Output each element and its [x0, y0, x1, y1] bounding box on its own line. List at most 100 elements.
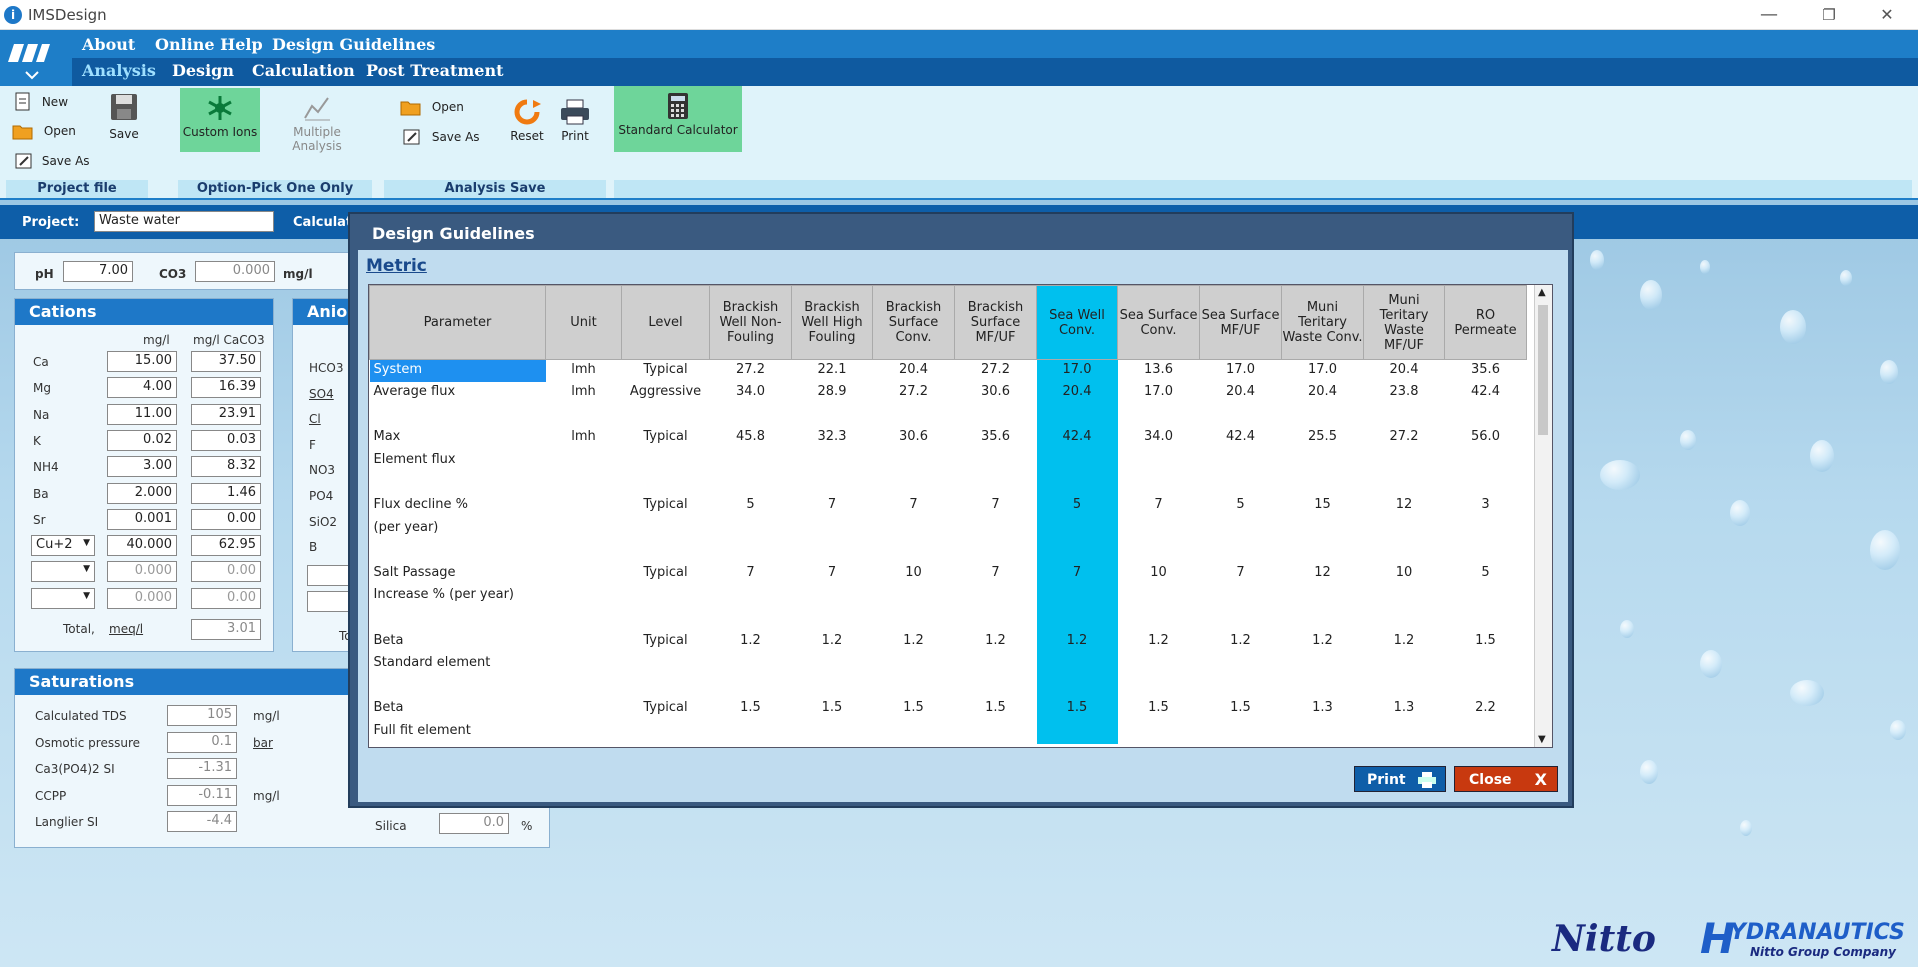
menu-design[interactable]: Design [172, 61, 234, 80]
project-name-input[interactable]: Waste water [94, 211, 274, 232]
open-project-button[interactable]: Open [12, 122, 76, 143]
table-cell [955, 450, 1037, 473]
scroll-down-arrow[interactable]: ▼ [1538, 734, 1546, 745]
cation-mgl-input[interactable]: 4.00 [107, 377, 177, 399]
dialog-print-button[interactable]: Print [1354, 766, 1446, 792]
maximize-button[interactable]: ❐ [1806, 2, 1852, 28]
table-row[interactable]: System lmh Typical 27.2 22.1 20.4 27.2 17.0 13.6… [369, 359, 1527, 383]
cation-mgl-input[interactable]: 3.00 [107, 456, 177, 478]
column-header[interactable]: RO Permeate [1444, 285, 1527, 360]
minimize-button[interactable]: — [1746, 2, 1792, 28]
column-header[interactable]: Brackish Well High Fouling [791, 285, 873, 360]
chart-icon [302, 94, 332, 125]
table-cell: 7 [991, 564, 1000, 580]
table-cell: 15 [1314, 497, 1331, 513]
table-cell [1036, 653, 1118, 676]
table-row[interactable] [370, 675, 1527, 699]
table-cell: (per year) [373, 519, 439, 535]
ph-panel: pH 7.00 CO3 0.000 mg/l [14, 252, 354, 290]
table-row[interactable]: Average flux lmh Aggressive 34.0 28.9 27.2 30.… [370, 382, 1527, 405]
table-row[interactable] [370, 608, 1527, 631]
table-scrollbar[interactable]: ▲ ▼ [1534, 285, 1552, 747]
column-header[interactable]: Muni Teritary Waste Conv. [1281, 285, 1364, 360]
open-analysis-button[interactable]: Open [400, 98, 464, 119]
table-row[interactable]: Beta Typical 1.5 1.5 1.5 1.5 1.5 1.5 1.5 1.3 1.3 2.… [370, 698, 1527, 721]
custom-ion-select[interactable]: ▼ [31, 587, 95, 609]
reset-button[interactable]: Reset [510, 98, 544, 143]
water-drop [1840, 270, 1852, 286]
column-header[interactable]: Sea Well Conv. [1036, 285, 1118, 360]
new-button[interactable]: New [14, 92, 68, 115]
column-header[interactable]: Parameter [369, 285, 546, 360]
table-row[interactable] [370, 472, 1527, 496]
column-header[interactable]: Level [621, 285, 710, 360]
table-cell [622, 653, 710, 676]
save-as-analysis-button[interactable]: Save As [402, 128, 480, 149]
save-button[interactable]: Save [108, 92, 140, 141]
column-header[interactable]: Brackish Well Non-Fouling [709, 285, 792, 360]
menu-about[interactable]: About [82, 35, 135, 54]
table-row[interactable]: Increase % (per year) [370, 585, 1527, 609]
table-row[interactable]: (per year) [370, 517, 1527, 541]
column-header[interactable]: Unit [545, 285, 622, 360]
custom-ion-mgl-input[interactable]: 0.000 [107, 587, 177, 609]
cation-mgl-input[interactable]: 0.001 [107, 508, 177, 530]
design-guidelines-dialog: Design Guidelines Metric Parameter Unit Le… [348, 212, 1574, 808]
cation-mgl-input[interactable]: 2.000 [107, 482, 177, 504]
scroll-up-arrow[interactable]: ▲ [1538, 287, 1546, 298]
print-analysis-button[interactable]: Print [558, 98, 592, 143]
custom-ion-mgl-input[interactable]: 0.000 [107, 561, 177, 583]
metric-link[interactable]: Metric [366, 256, 427, 276]
custom-ion-select[interactable]: Cu+2 ▼ [31, 535, 95, 557]
table-row[interactable]: Standard element [370, 653, 1527, 676]
cation-mgl-input[interactable]: 0.02 [107, 429, 177, 451]
menu-post-treatment[interactable]: Post Treatment [366, 61, 503, 80]
table-cell [1200, 721, 1282, 744]
table-row[interactable]: Full fit element [370, 721, 1527, 744]
anion-ion-label[interactable]: SO4 [309, 387, 334, 401]
custom-ion-mgl-input[interactable]: 40.000 [107, 535, 177, 557]
save-as-project-button[interactable]: Save As [14, 152, 90, 173]
table-row[interactable]: Salt Passage Typical 7 7 10 7 7 10 7 12 10 5 [370, 562, 1527, 586]
table-row[interactable]: Beta Typical 1.2 1.2 1.2 1.2 1.2 1.2 1.2 1.2 1.2 1.… [370, 630, 1527, 654]
table-row[interactable] [370, 540, 1527, 563]
menu-calculation[interactable]: Calculation [252, 61, 355, 80]
column-header[interactable]: Brackish Surface Conv. [872, 285, 955, 360]
dialog-close-button[interactable]: Close X [1454, 766, 1558, 792]
close-window-button[interactable]: ✕ [1864, 2, 1910, 28]
column-header[interactable]: Sea Surface Conv. [1117, 285, 1200, 360]
table-cell [955, 585, 1037, 608]
ph-input[interactable]: 7.00 [63, 261, 133, 282]
table-cell [710, 676, 792, 699]
cations-total-unit[interactable]: meq/l [109, 622, 143, 636]
table-row[interactable]: Max lmh Typical 45.8 32.3 30.6 35.6 42.4 34.0 42.… [370, 427, 1527, 450]
table-cell [622, 518, 710, 541]
menu-analysis[interactable]: Analysis [82, 61, 156, 80]
table-cell: 5 [1236, 497, 1245, 513]
table-cell: 5 [1036, 495, 1118, 518]
standard-calculator-button[interactable]: Standard Calculator [614, 86, 742, 152]
folder-icon [400, 98, 422, 119]
cations-col-mgl: mg/l [143, 333, 170, 347]
menu-design-guidelines[interactable]: Design Guidelines [272, 35, 435, 54]
anion-ion-label[interactable]: Cl [309, 412, 321, 426]
co3-input[interactable]: 0.000 [195, 261, 275, 282]
column-header[interactable]: Sea Surface MF/UF [1199, 285, 1282, 360]
custom-ion-select[interactable]: ▼ [31, 561, 95, 583]
cation-mgl-input[interactable]: 11.00 [107, 403, 177, 425]
app-logo[interactable] [0, 30, 72, 86]
cation-mgl-input[interactable]: 15.00 [107, 351, 177, 372]
menu-online-help[interactable]: Online Help [155, 35, 263, 54]
table-cell: 27.2 [899, 384, 928, 400]
water-drop [1700, 650, 1722, 678]
scroll-thumb[interactable] [1538, 305, 1548, 435]
custom-ions-icon [205, 94, 235, 125]
column-header[interactable]: Muni Teritary Waste MF/UF [1363, 285, 1445, 360]
table-row[interactable] [370, 404, 1527, 428]
saturation-unit[interactable]: bar [253, 736, 273, 750]
column-header[interactable]: Brackish Surface MF/UF [954, 285, 1037, 360]
multiple-analysis-button[interactable]: Multiple Analysis [268, 94, 366, 153]
table-row[interactable]: Element flux [370, 449, 1527, 473]
custom-ions-button[interactable]: Custom Ions [180, 88, 260, 152]
table-row[interactable]: Flux decline % Typical 5 7 7 7 5 7 5 15 12 3 [370, 495, 1527, 518]
